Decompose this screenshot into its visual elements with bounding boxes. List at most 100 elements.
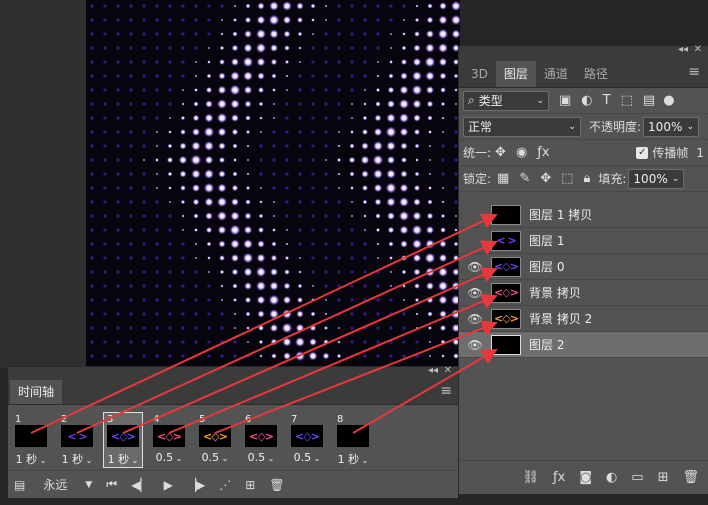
delete-layer-icon[interactable]: 🗑︎ (682, 470, 699, 485)
animation-frame[interactable]: 8 1 秒 ⌄ (334, 413, 372, 467)
animation-frame[interactable]: 5 <◇> 0.5 ⌄ (196, 413, 234, 467)
filter-select[interactable]: ⌕ 类型 ⌄ (463, 90, 549, 111)
glow-dot (142, 340, 146, 344)
adjustment-layer-icon[interactable]: ◐ (606, 470, 617, 485)
lock-all-icon[interactable]: 🔒︎ (583, 171, 590, 186)
glow-dot (194, 298, 198, 302)
unify-position-icon[interactable]: ✥ (495, 145, 506, 160)
close-icon[interactable]: ✕ (444, 365, 452, 376)
fill-input[interactable]: 100% ⌄ (628, 168, 685, 189)
glow-dot (441, 116, 445, 120)
layer-style-icon[interactable]: ƒx (553, 470, 565, 485)
unify-visibility-icon[interactable]: ◉ (516, 145, 527, 160)
frame-delay[interactable]: 1 秒 ⌄ (12, 451, 50, 467)
glow-dot (284, 269, 290, 275)
new-group-icon[interactable]: ▭ (631, 470, 643, 485)
glow-dot (258, 339, 264, 345)
link-layers-icon[interactable]: ⛓ (523, 470, 540, 485)
document-canvas[interactable] (86, 0, 460, 368)
visibility-eye-icon[interactable]: 👁︎ (459, 312, 491, 326)
animation-frame[interactable]: 1 1 秒 ⌄ (12, 413, 50, 467)
glow-dot (413, 184, 421, 192)
animation-frame[interactable]: 4 <◇> 0.5 ⌄ (150, 413, 188, 467)
animation-frame[interactable]: 7 <◇> 0.5 ⌄ (288, 413, 326, 467)
delete-frame-icon[interactable]: 🗑︎ (269, 478, 284, 492)
layer-mask-icon[interactable]: ◙ (579, 470, 592, 485)
glow-dot (218, 170, 226, 178)
collapse-icon[interactable]: ◂◂ (428, 365, 438, 376)
tab-paths[interactable]: 路径 (576, 61, 616, 87)
layer-row[interactable]: 👁︎ 图层 2 (459, 332, 708, 358)
glow-dot (400, 142, 408, 150)
frame-delay[interactable]: 1 秒 ⌄ (334, 451, 372, 467)
play-icon[interactable]: ▶ (164, 478, 173, 492)
layer-row[interactable]: 👁︎ <◇> 图层 0 (459, 254, 708, 280)
animation-frame[interactable]: 3 <◇> 1 秒 ⌄ (103, 412, 143, 468)
frame-thumbnail: <◇> (153, 425, 185, 447)
duplicate-frame-icon[interactable]: ⊞ (245, 478, 255, 492)
opacity-input[interactable]: 100% ⌄ (643, 116, 700, 137)
tween-icon[interactable]: ⋰ (219, 478, 231, 492)
new-layer-icon[interactable]: ⊞ (658, 470, 669, 485)
lock-pixels-icon[interactable]: ✎ (519, 171, 530, 186)
loop-select[interactable]: 永远 ▼ (43, 476, 92, 493)
layer-row[interactable]: 👁︎ <◇> 背景 拷贝 (459, 280, 708, 306)
glow-dot (246, 158, 250, 162)
animation-frame[interactable]: 6 <◇> 0.5 ⌄ (242, 413, 280, 467)
glow-dot (324, 270, 328, 274)
visibility-eye-icon[interactable]: 👁︎ (459, 286, 491, 300)
glow-dot (116, 116, 120, 120)
lock-position-icon[interactable]: ✥ (540, 171, 551, 186)
unify-style-icon[interactable]: ƒx (537, 145, 549, 160)
glow-dot (194, 284, 198, 288)
layer-row[interactable]: 👁︎ <◇> 背景 拷贝 2 (459, 306, 708, 332)
glow-dot (116, 340, 120, 344)
tab-timeline[interactable]: 时间轴 (10, 380, 63, 404)
visibility-eye-icon[interactable]: 👁︎ (459, 338, 491, 352)
lock-artboard-icon[interactable]: ⬚ (561, 171, 573, 186)
glow-dot (428, 340, 432, 344)
first-frame-icon[interactable]: ⏮ (106, 477, 117, 492)
blend-mode-select[interactable]: 正常 ⌄ (463, 116, 581, 137)
visibility-eye-icon[interactable]: 👁︎ (459, 260, 491, 274)
layer-row[interactable]: < > 图层 1 (459, 228, 708, 254)
glow-dot (323, 339, 329, 345)
frame-delay-value: 1 秒 (61, 453, 84, 466)
glow-dot (129, 354, 133, 358)
panel-menu-icon[interactable]: ≡ (688, 64, 700, 80)
glow-dot (399, 127, 409, 137)
layer-row[interactable]: 图层 1 拷贝 (459, 202, 708, 228)
glow-dot (155, 214, 159, 218)
shape-filter-icon[interactable]: ⬚ (621, 93, 633, 108)
close-icon[interactable]: ✕ (694, 44, 702, 55)
frame-delay[interactable]: 0.5 ⌄ (288, 451, 326, 464)
glow-dot (363, 4, 367, 8)
glow-dot (437, 28, 449, 40)
glow-dot (386, 211, 396, 221)
tab-layers[interactable]: 图层 (495, 61, 536, 87)
tab-channels[interactable]: 通道 (536, 61, 576, 87)
frame-delay[interactable]: 0.5 ⌄ (196, 451, 234, 464)
chevron-down-icon: ⌄ (568, 121, 576, 132)
convert-timeline-icon[interactable]: ▤ (14, 478, 25, 492)
frame-delay[interactable]: 1 秒 ⌄ (104, 451, 142, 467)
glow-dot (285, 200, 289, 204)
smart-object-filter-icon[interactable]: ▤ (643, 93, 655, 108)
type-filter-icon[interactable]: T (603, 93, 611, 108)
collapse-icon[interactable]: ◂◂ (678, 44, 688, 55)
frame-delay[interactable]: 0.5 ⌄ (242, 451, 280, 464)
tab-3d[interactable]: 3D (463, 61, 496, 87)
glow-dot (441, 158, 445, 162)
lock-transparent-icon[interactable]: ▦ (497, 171, 509, 186)
adjustment-filter-icon[interactable]: ◐ (581, 93, 592, 108)
previous-frame-icon[interactable]: ◀▏ (131, 478, 149, 492)
panel-menu-icon[interactable]: ≡ (440, 383, 452, 399)
glow-dot (350, 340, 354, 344)
next-frame-icon[interactable]: ▕▶ (187, 478, 205, 492)
frame-delay[interactable]: 1 秒 ⌄ (58, 451, 96, 467)
animation-frame[interactable]: 2 < > 1 秒 ⌄ (58, 413, 96, 467)
frame-delay[interactable]: 0.5 ⌄ (150, 451, 188, 464)
filter-toggle-icon[interactable]: ● (663, 93, 674, 108)
image-filter-icon[interactable]: ▣ (559, 93, 571, 108)
propagate-checkbox[interactable]: ✓ (636, 146, 649, 159)
